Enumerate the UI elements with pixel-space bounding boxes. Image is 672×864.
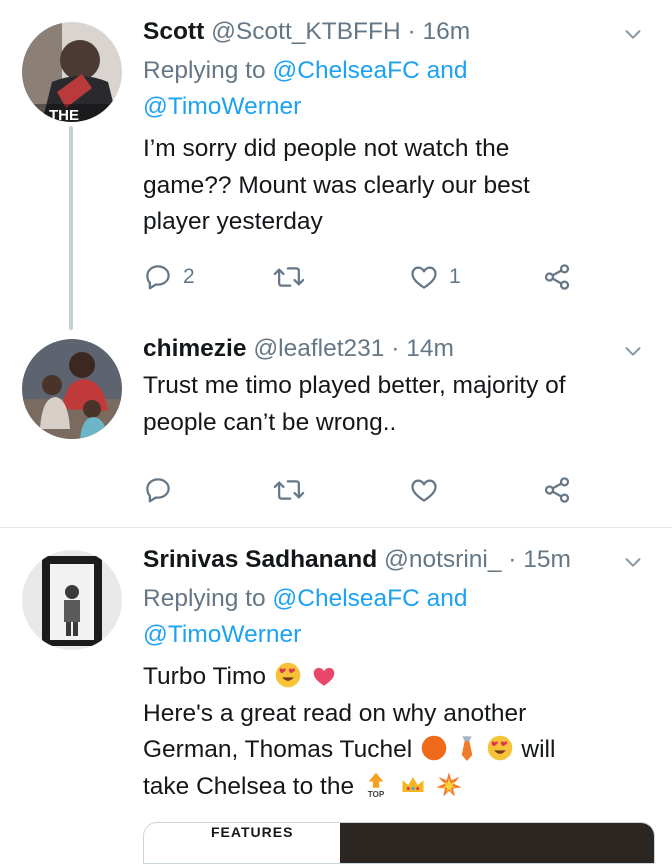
tweet-srinivas[interactable]: Srinivas Sadhanand @notsrini_ · 15m Repl… (0, 528, 672, 834)
tweet-text: Trust me timo played better, majority of… (143, 368, 642, 441)
replying-to-mentions[interactable]: @ChelseaFC and (272, 57, 467, 84)
heart-eyes-emoji-icon (275, 662, 301, 688)
like-icon (411, 479, 437, 502)
tweet-actions (143, 472, 583, 508)
replying-to-label: Replying to (143, 585, 266, 612)
avatar[interactable] (22, 550, 122, 650)
share-icon (544, 477, 570, 503)
card-label: FEATURES (211, 824, 294, 840)
collision-emoji-icon (435, 771, 462, 797)
like-button[interactable] (409, 472, 439, 508)
reply-count: 2 (183, 265, 195, 288)
replying-to-label: Replying to (143, 57, 266, 84)
tweet-text-segment: Turbo Timo (143, 663, 266, 690)
avatar[interactable]: THE (22, 22, 122, 122)
retweet-button[interactable] (273, 259, 305, 295)
tweet-header: Srinivas Sadhanand @notsrini_ · 15m (143, 545, 642, 577)
heart-eyes-emoji-icon (487, 735, 512, 761)
tweet-header: chimezie @leaflet231 · 14m (143, 334, 642, 366)
tweet-text-line: people can’t be wrong.. (143, 408, 397, 436)
tweet-text-line-3: German, Thomas Tuchel will (143, 732, 642, 769)
replying-to-mention-timo[interactable]: @TimoWerner (143, 621, 301, 648)
replying-to-line-2: @TimoWerner (143, 89, 642, 125)
retweet-button[interactable] (273, 472, 305, 508)
share-icon (544, 264, 570, 290)
caret-down-icon[interactable] (622, 340, 644, 362)
link-preview-card[interactable]: FEATURES (143, 822, 655, 864)
tweet-text-segment: German, Thomas Tuchel (143, 736, 413, 763)
avatar-text: THE (49, 107, 79, 122)
top-emoji-text: TOP (368, 790, 385, 799)
timestamp[interactable]: 16m (422, 18, 470, 45)
like-icon (411, 266, 437, 289)
separator: · (391, 335, 400, 362)
necktie-emoji-icon (461, 736, 473, 761)
avatar[interactable] (22, 339, 122, 439)
caret-down-icon[interactable] (622, 551, 644, 573)
tweet-text-line-2: Here's a great read on why another (143, 699, 527, 727)
tweet-text-line: player yesterday (143, 208, 323, 235)
tweet-text-line-4: take Chelsea to the TOP (143, 769, 642, 806)
reply-icon (146, 478, 170, 503)
tweet-scott[interactable]: THE Scott @Scott_KTBFFH · 16m Replying t… (0, 0, 672, 330)
like-count: 1 (449, 265, 461, 288)
retweet-icon (273, 480, 305, 500)
replying-to-mention-timo[interactable]: @TimoWerner (143, 93, 301, 120)
caret-down-icon[interactable] (622, 23, 644, 45)
reply-button[interactable]: 2 (143, 259, 195, 295)
tweet-chimezie[interactable]: chimezie @leaflet231 · 14m Trust me timo… (0, 330, 672, 527)
tweet-text-segment: will (521, 736, 556, 763)
share-button[interactable] (541, 259, 573, 295)
share-button[interactable] (541, 472, 573, 508)
replying-to: Replying to @ChelseaFC and (143, 53, 642, 89)
timestamp[interactable]: 14m (406, 335, 454, 362)
replying-to: Replying to @ChelseaFC and (143, 581, 642, 617)
tweet-text-line: game?? Mount was clearly our best (143, 171, 530, 199)
replying-to-mentions[interactable]: @ChelseaFC and (272, 585, 467, 612)
reply-button[interactable] (143, 472, 173, 508)
user-handle[interactable]: @notsrini_ (384, 546, 501, 573)
display-name[interactable]: Scott (143, 18, 204, 45)
tweet-text-line: I’m sorry did people not watch the (143, 135, 510, 162)
orange-circle-emoji-icon (421, 735, 447, 761)
reply-icon (146, 265, 170, 290)
retweet-icon (273, 267, 305, 287)
tweet-actions: 2 1 (143, 259, 583, 295)
tweet-text-line-1: Turbo Timo (143, 659, 642, 696)
tweet-text-segment: take Chelsea to the (143, 772, 355, 800)
tweet-text: I’m sorry did people not watch the game?… (143, 131, 642, 241)
tweet-header: Scott @Scott_KTBFFH · 16m (143, 17, 642, 49)
display-name[interactable]: chimezie (143, 335, 247, 362)
tweet-text-line: Trust me timo played better, majority of (143, 372, 566, 399)
top-arrow-emoji-icon: TOP (368, 772, 385, 799)
separator: · (407, 18, 416, 45)
user-handle[interactable]: @Scott_KTBFFH (211, 18, 401, 45)
card-image (340, 823, 654, 863)
heart-emoji-icon (313, 667, 334, 686)
separator: · (508, 546, 517, 573)
user-handle[interactable]: @leaflet231 (253, 335, 384, 362)
replying-to-line-2: @TimoWerner (143, 617, 642, 653)
tweet-text: Turbo Timo Here's a great read on why an… (143, 659, 642, 805)
like-button[interactable]: 1 (409, 259, 461, 295)
timestamp[interactable]: 15m (523, 546, 571, 573)
thread-line (69, 126, 73, 330)
display-name[interactable]: Srinivas Sadhanand (143, 546, 377, 573)
crown-emoji-icon (402, 776, 424, 792)
